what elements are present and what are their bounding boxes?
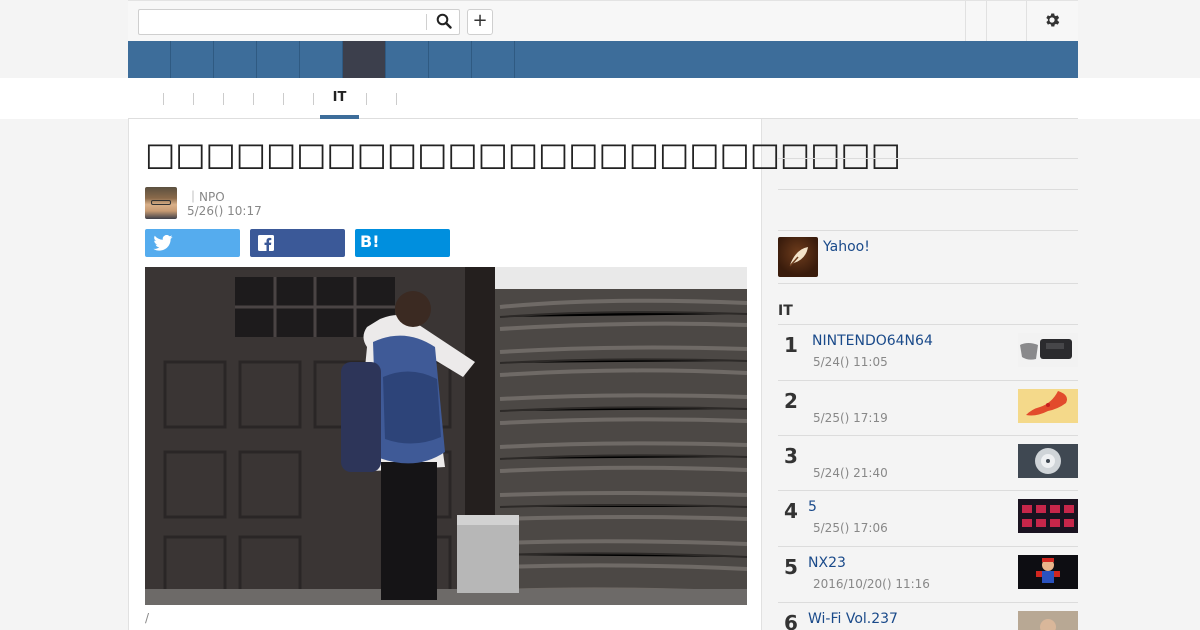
rank-date: 5/25() 17:06 [813, 521, 888, 535]
rank-thumbnail-console[interactable] [1018, 333, 1078, 367]
nav-item-active[interactable] [343, 41, 386, 78]
ranking-item[interactable]: 3 5/24() 21:40 [778, 435, 1078, 491]
yahoo-link[interactable]: Yahoo! [823, 239, 870, 255]
search-button[interactable] [430, 11, 458, 33]
article: □□□□□□□□□□□□□□□□□□□□□□□□□ ｜NPO 5/26() 10… [128, 119, 901, 630]
rank-date: 2016/10/20() 11:16 [813, 577, 930, 591]
sidebar: Yahoo! IT 1 NINTENDO64N64 5/24() 11:05 2… [778, 119, 1078, 630]
nav-item[interactable] [257, 41, 300, 78]
search-icon [436, 13, 452, 29]
sub-nav-tab-it[interactable]: IT [320, 78, 359, 119]
nav-item[interactable] [386, 41, 429, 78]
rank-thumbnail-storm[interactable] [1018, 444, 1078, 478]
sidebar-divider [778, 230, 1078, 231]
top-divider [1026, 1, 1027, 41]
rank-title[interactable]: Wi-Fi Vol.237 [808, 611, 898, 627]
ranking-item[interactable]: 5 NX23 2016/10/20() 11:16 [778, 546, 1078, 602]
nav-item[interactable] [472, 41, 515, 78]
search-divider [426, 14, 427, 30]
main-nav [128, 41, 1078, 78]
sub-nav-separator [253, 93, 254, 105]
sub-nav-separator [223, 93, 224, 105]
photo-illustration [145, 267, 747, 605]
top-bar: + [128, 0, 1078, 41]
rank-thumbnail-person[interactable] [1018, 611, 1078, 630]
rank-thumbnail-screens[interactable] [1018, 499, 1078, 533]
sub-nav-band: IT [0, 78, 1200, 119]
sidebar-divider [778, 189, 1078, 190]
share-hatena-button[interactable]: B! [355, 229, 450, 257]
search-input[interactable] [139, 10, 425, 34]
settings-button[interactable] [1038, 9, 1066, 33]
facebook-icon [258, 235, 274, 251]
nav-item[interactable] [214, 41, 257, 78]
article-date: 5/26() 10:17 [187, 204, 262, 218]
sub-nav-separator [313, 93, 314, 105]
article-photo[interactable] [145, 267, 747, 605]
rank-number: 1 [784, 333, 798, 357]
add-button[interactable]: + [467, 9, 493, 35]
ranking-item[interactable]: 2 5/25() 17:19 [778, 380, 1078, 436]
ranking-item[interactable]: 1 NINTENDO64N64 5/24() 11:05 [778, 324, 1078, 380]
sub-nav-separator [396, 93, 397, 105]
ranking-item[interactable]: 4 5 5/25() 17:06 [778, 490, 1078, 546]
rank-thumbnail-map[interactable] [1018, 389, 1078, 423]
rank-number: 4 [784, 499, 798, 523]
sub-nav-separator [366, 93, 367, 105]
twitter-icon [153, 235, 173, 251]
share-facebook-button[interactable] [250, 229, 345, 257]
rank-title[interactable]: 5 [808, 499, 817, 515]
author-avatar[interactable] [145, 187, 177, 219]
sub-nav: IT [128, 78, 1078, 119]
top-divider [986, 1, 987, 41]
rank-thumbnail-mario[interactable] [1018, 555, 1078, 589]
rank-title[interactable]: NX23 [808, 555, 846, 571]
rank-date: 5/24() 21:40 [813, 466, 888, 480]
nav-item[interactable] [171, 41, 214, 78]
sidebar-divider [778, 283, 1078, 284]
rank-number: 5 [784, 555, 798, 579]
ranking-item[interactable]: 6 Wi-Fi Vol.237 [778, 602, 1078, 630]
rank-date: 5/24() 11:05 [813, 355, 888, 369]
sub-nav-separator [283, 93, 284, 105]
nav-item[interactable] [128, 41, 171, 78]
author-name[interactable]: ｜NPO [187, 188, 225, 205]
share-twitter-button[interactable] [145, 229, 240, 257]
rank-number: 6 [784, 611, 798, 630]
nav-item[interactable] [429, 41, 472, 78]
top-divider [965, 1, 966, 41]
ranking-title: IT [778, 303, 793, 319]
rank-number: 3 [784, 444, 798, 468]
search-box [138, 9, 460, 35]
rank-number: 2 [784, 389, 798, 413]
sidebar-divider [778, 158, 1078, 159]
rank-title[interactable]: NINTENDO64N64 [812, 333, 933, 349]
hatena-icon: B! [360, 232, 380, 251]
gear-icon [1046, 12, 1060, 27]
sub-nav-separator [163, 93, 164, 105]
nav-item[interactable] [300, 41, 343, 78]
photo-caption: / [145, 611, 150, 625]
rank-date: 5/25() 17:19 [813, 411, 888, 425]
sub-nav-separator [193, 93, 194, 105]
yahoo-quill-icon[interactable] [778, 237, 818, 277]
